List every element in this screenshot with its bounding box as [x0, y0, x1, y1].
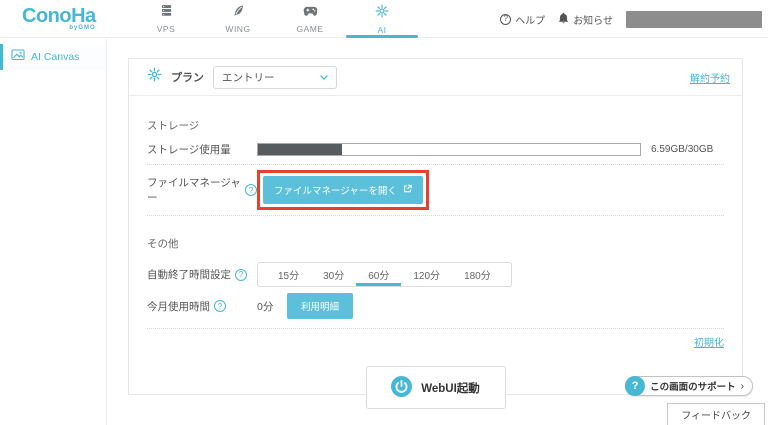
news-link[interactable]: お知らせ — [558, 12, 613, 27]
auto-stop-label-wrap: 自動終了時間設定 — [147, 267, 257, 282]
auto-stop-option[interactable]: 180分 — [452, 263, 503, 286]
auto-stop-options-box: 15分 30分 60分 120分 180分 — [257, 262, 512, 287]
external-link-icon — [403, 184, 412, 196]
file-manager-row: ファイルマネージャー ファイルマネージャーを開く — [147, 164, 724, 216]
storage-usage-value: 6.59GB/30GB — [651, 144, 714, 155]
nav-item-vps[interactable]: VPS — [130, 0, 202, 38]
open-file-manager-label: ファイルマネージャーを開く — [274, 186, 397, 197]
nav-item-wing[interactable]: WING — [202, 0, 274, 38]
plan-ai-icon — [147, 67, 162, 87]
storage-section-title: ストレージ — [147, 120, 200, 132]
annotation-highlight-box: ファイルマネージャーを開く — [257, 170, 429, 210]
sidebar-item-label: AI Canvas — [31, 51, 80, 63]
auto-stop-question-icon[interactable] — [235, 268, 247, 281]
help-link[interactable]: ヘルプ — [500, 12, 545, 27]
header-right: ヘルプ お知らせ — [500, 0, 762, 38]
sidebar-item-ai-canvas[interactable]: AI Canvas — [0, 44, 106, 70]
webui-launch-label: WebUI起動 — [421, 382, 480, 395]
usage-time-label: 今月使用時間 — [147, 300, 210, 313]
initialize-row: 初期化 — [147, 333, 724, 351]
auto-stop-option[interactable]: 30分 — [311, 263, 356, 286]
usage-time-value: 0分 — [257, 300, 274, 313]
ai-canvas-card: プラン エントリー 解約予約 ストレージ ストレージ使用量 6.59GB/30G… — [128, 58, 743, 409]
nav-label: WING — [225, 24, 251, 34]
auto-stop-label: 自動終了時間設定 — [147, 269, 231, 281]
usage-detail-button[interactable]: 利用明細 — [287, 293, 354, 319]
open-file-manager-button[interactable]: ファイルマネージャーを開く — [263, 176, 423, 204]
plan-select[interactable]: エントリー — [213, 65, 337, 89]
support-pill-label: この画面のサポート — [650, 382, 736, 393]
chevron-right-icon — [741, 381, 744, 392]
sidebar: AI Canvas — [0, 39, 107, 425]
storage-usage-row: ストレージ使用量 6.59GB/30GB — [147, 142, 724, 157]
feedback-button[interactable]: フィードバック — [667, 403, 765, 425]
conoha-logo[interactable]: ConoHa byGMO — [22, 5, 96, 31]
file-manager-label: ファイルマネージャー — [147, 177, 241, 204]
plan-row: プラン エントリー 解約予約 — [129, 59, 742, 96]
canvas-image-icon — [11, 48, 25, 66]
support-pill[interactable]: この画面のサポート — [625, 375, 753, 396]
ai-icon — [375, 4, 389, 23]
chevron-down-icon — [320, 71, 328, 83]
help-label: ヘルプ — [515, 15, 546, 27]
server-icon — [160, 4, 173, 22]
auto-stop-row: 自動終了時間設定 15分 30分 60分 120分 180分 — [147, 262, 724, 287]
file-manager-question-icon[interactable] — [245, 184, 257, 196]
storage-usage-bar — [257, 143, 641, 156]
storage-usage-label: ストレージ使用量 — [147, 144, 231, 156]
nav-label: AI — [377, 24, 387, 35]
support-question-icon — [625, 375, 646, 396]
power-icon — [391, 375, 413, 400]
help-question-icon — [500, 13, 512, 25]
plan-select-value: エントリー — [222, 71, 275, 84]
bell-icon — [558, 12, 569, 27]
account-redacted[interactable] — [626, 10, 762, 28]
top-header: ConoHa byGMO VPS WING GAME AI ? ヘルプ お知らせ — [0, 0, 768, 38]
plan-label: プラン — [171, 72, 204, 84]
usage-time-question-icon[interactable] — [214, 300, 226, 312]
auto-stop-option[interactable]: 120分 — [401, 263, 452, 286]
cancel-reservation-link[interactable]: 解約予約 — [690, 70, 730, 85]
others-section-title: その他 — [147, 238, 179, 250]
logo-text: ConoHa — [22, 5, 96, 27]
nav-item-game[interactable]: GAME — [274, 0, 346, 38]
file-manager-label-wrap: ファイルマネージャー — [147, 175, 257, 205]
news-label: お知らせ — [573, 15, 613, 27]
usage-time-label-wrap: 今月使用時間 — [147, 299, 257, 314]
auto-stop-option[interactable]: 15分 — [266, 263, 311, 286]
usage-time-row: 今月使用時間 0分 利用明細 — [147, 293, 724, 329]
storage-usage-fill — [258, 144, 343, 155]
webui-launch-button[interactable]: WebUI起動 — [365, 366, 506, 409]
service-nav: VPS WING GAME AI — [130, 0, 418, 38]
main-content: プラン エントリー 解約予約 ストレージ ストレージ使用量 6.59GB/30G… — [108, 39, 768, 425]
wing-icon — [232, 4, 245, 22]
nav-label: VPS — [156, 24, 176, 34]
card-body: ストレージ ストレージ使用量 6.59GB/30GB ファイルマネージャー ? … — [129, 118, 742, 409]
page: ConoHa byGMO VPS WING GAME AI ? ヘルプ お知らせ… — [0, 0, 768, 425]
nav-item-ai[interactable]: AI — [346, 0, 418, 38]
initialize-link[interactable]: 初期化 — [694, 338, 724, 349]
gamepad-icon — [303, 4, 318, 22]
auto-stop-option[interactable]: 60分 — [356, 263, 402, 286]
nav-label: GAME — [296, 24, 324, 34]
